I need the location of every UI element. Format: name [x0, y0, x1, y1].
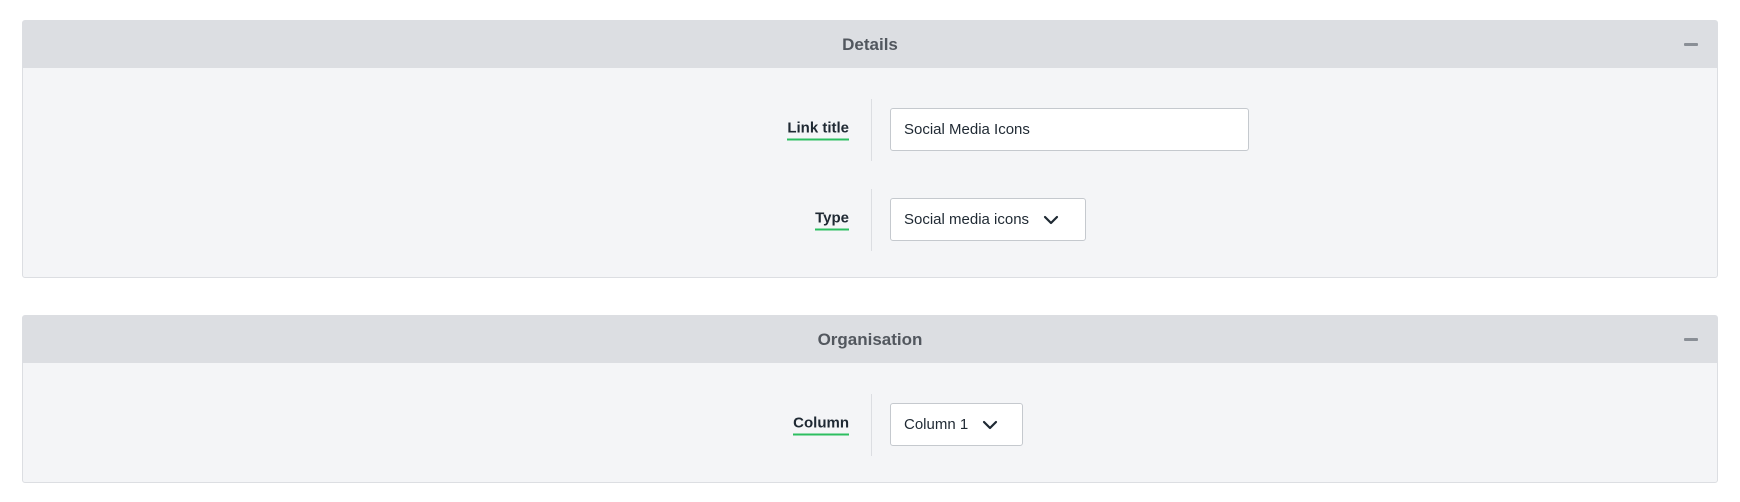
field-divider — [871, 189, 872, 251]
chevron-down-icon — [1043, 215, 1059, 224]
details-collapse-button[interactable] — [1683, 38, 1699, 50]
type-label: Type — [815, 210, 849, 231]
link-title-input[interactable] — [890, 108, 1249, 151]
organisation-panel-title: Organisation — [817, 329, 923, 349]
organisation-panel: Organisation Column Column 1 — [22, 315, 1718, 483]
minus-icon — [1684, 42, 1698, 46]
column-select-value: Column 1 — [904, 416, 969, 433]
details-panel: Details Link title Type Social media ico… — [22, 20, 1718, 278]
column-label: Column — [793, 415, 849, 436]
organisation-collapse-button[interactable] — [1683, 333, 1699, 345]
type-row: Type Social media icons — [23, 189, 1717, 251]
organisation-panel-header[interactable]: Organisation — [23, 316, 1717, 363]
field-divider — [871, 394, 872, 456]
type-select-value: Social media icons — [904, 211, 1030, 228]
column-row: Column Column 1 — [23, 394, 1717, 456]
column-select[interactable]: Column 1 — [890, 403, 1023, 446]
details-panel-header[interactable]: Details — [23, 21, 1717, 68]
type-select[interactable]: Social media icons — [890, 198, 1086, 241]
chevron-down-icon — [983, 420, 998, 429]
field-divider — [871, 99, 872, 161]
link-title-label: Link title — [787, 120, 849, 141]
minus-icon — [1684, 337, 1698, 341]
details-panel-title: Details — [842, 34, 898, 54]
link-title-row: Link title — [23, 99, 1717, 161]
